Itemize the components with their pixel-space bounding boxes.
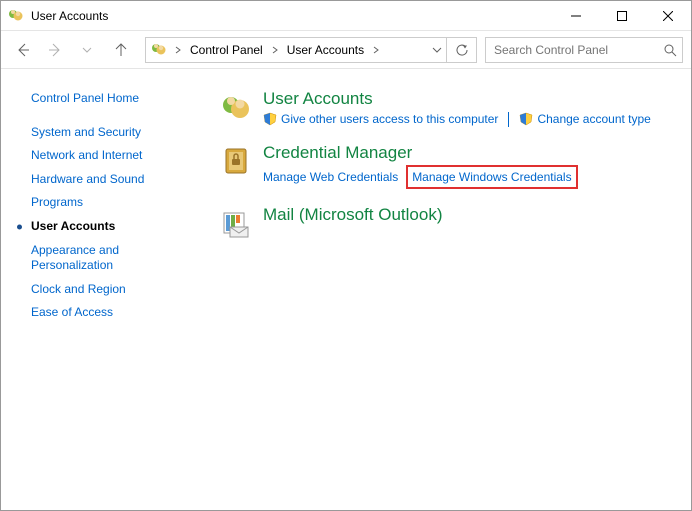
sidebar-home[interactable]: Control Panel Home bbox=[11, 87, 205, 111]
mail-title[interactable]: Mail (Microsoft Outlook) bbox=[263, 205, 681, 225]
close-button[interactable] bbox=[645, 1, 691, 30]
link-give-access[interactable]: Give other users access to this computer bbox=[263, 111, 498, 127]
sidebar-item-user-accounts[interactable]: User Accounts bbox=[11, 215, 205, 239]
credential-manager-icon bbox=[215, 143, 257, 189]
sidebar-item-network[interactable]: Network and Internet bbox=[11, 144, 205, 168]
app-icon bbox=[7, 7, 25, 25]
address-bar: Control Panel User Accounts bbox=[145, 37, 477, 63]
toolbar: Control Panel User Accounts bbox=[1, 31, 691, 69]
search-input[interactable] bbox=[486, 38, 657, 62]
mail-icon bbox=[215, 205, 257, 239]
sidebar-item-programs[interactable]: Programs bbox=[11, 191, 205, 215]
link-manage-windows-credentials[interactable]: Manage Windows Credentials bbox=[412, 169, 571, 185]
refresh-button[interactable] bbox=[446, 38, 476, 62]
address-dropdown[interactable] bbox=[428, 38, 446, 62]
sidebar-item-appearance[interactable]: Appearance and Personalization bbox=[11, 239, 205, 278]
main-panel: User Accounts Give other users access to… bbox=[205, 69, 691, 510]
minimize-button[interactable] bbox=[553, 1, 599, 30]
highlight-box: Manage Windows Credentials bbox=[406, 165, 577, 189]
search-button[interactable] bbox=[657, 38, 682, 62]
link-give-access-text: Give other users access to this computer bbox=[281, 112, 498, 126]
up-button[interactable] bbox=[107, 36, 135, 64]
link-manage-web-credentials[interactable]: Manage Web Credentials bbox=[263, 169, 398, 185]
credential-manager-title[interactable]: Credential Manager bbox=[263, 143, 681, 163]
user-accounts-icon bbox=[215, 89, 257, 127]
user-accounts-title[interactable]: User Accounts bbox=[263, 89, 681, 109]
forward-button[interactable] bbox=[41, 36, 69, 64]
titlebar: User Accounts bbox=[1, 1, 691, 31]
sidebar-item-hardware[interactable]: Hardware and Sound bbox=[11, 168, 205, 192]
shield-icon bbox=[519, 112, 533, 126]
sidebar-item-system[interactable]: System and Security bbox=[11, 121, 205, 145]
category-mail: Mail (Microsoft Outlook) bbox=[215, 205, 681, 239]
breadcrumb-item-user-accounts[interactable]: User Accounts bbox=[283, 38, 368, 62]
body: Control Panel Home System and Security N… bbox=[1, 69, 691, 510]
window-title: User Accounts bbox=[31, 9, 553, 23]
breadcrumb: Control Panel User Accounts bbox=[146, 38, 428, 62]
separator bbox=[508, 112, 509, 127]
breadcrumb-icon bbox=[150, 41, 168, 59]
sidebar-item-ease[interactable]: Ease of Access bbox=[11, 301, 205, 325]
maximize-button[interactable] bbox=[599, 1, 645, 30]
breadcrumb-root-chevron[interactable] bbox=[170, 38, 186, 62]
search-box bbox=[485, 37, 683, 63]
link-change-account-type-text: Change account type bbox=[537, 112, 650, 126]
category-user-accounts: User Accounts Give other users access to… bbox=[215, 89, 681, 127]
breadcrumb-chevron[interactable] bbox=[368, 38, 384, 62]
breadcrumb-chevron[interactable] bbox=[267, 38, 283, 62]
category-credential-manager: Credential Manager Manage Web Credential… bbox=[215, 143, 681, 189]
recent-dropdown[interactable] bbox=[73, 36, 101, 64]
sidebar: Control Panel Home System and Security N… bbox=[1, 69, 205, 510]
sidebar-item-clock[interactable]: Clock and Region bbox=[11, 278, 205, 302]
window-controls bbox=[553, 1, 691, 30]
shield-icon bbox=[263, 112, 277, 126]
back-button[interactable] bbox=[9, 36, 37, 64]
link-change-account-type[interactable]: Change account type bbox=[519, 111, 650, 127]
breadcrumb-item-control-panel[interactable]: Control Panel bbox=[186, 38, 267, 62]
